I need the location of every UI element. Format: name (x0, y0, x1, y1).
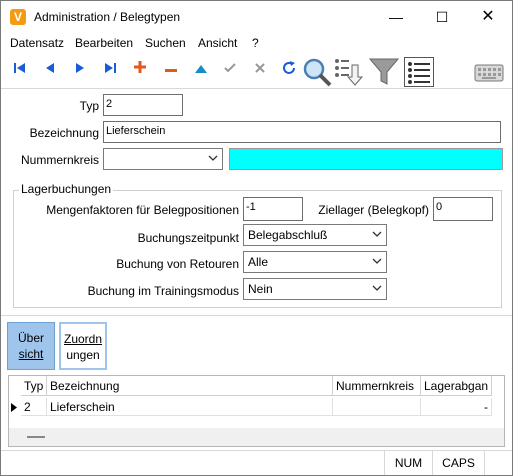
title-bar: V Administration / Belegtypen — ☐ ✕ (1, 1, 512, 33)
search-icon[interactable] (302, 57, 332, 87)
trainingsmodus-select[interactable]: Nein (243, 278, 387, 300)
typ-label: Typ (79, 99, 99, 113)
caps-indicator: CAPS (432, 451, 484, 475)
filter-icon[interactable] (368, 57, 400, 87)
first-record-icon[interactable] (11, 61, 29, 79)
belegtypen-grid: Typ Bezeichnung Nummernkreis Lagerabgan … (8, 375, 505, 447)
last-record-icon[interactable] (101, 61, 119, 79)
grid-header-bezeichnung[interactable]: Bezeichnung (47, 376, 333, 396)
buchungszeitpunkt-value: Belegabschluß (248, 228, 328, 242)
maximize-button[interactable]: ☐ (419, 1, 465, 33)
delete-record-icon[interactable] (162, 61, 180, 79)
keyboard-icon[interactable] (474, 59, 504, 85)
app-icon: V (10, 9, 26, 25)
close-button[interactable]: ✕ (465, 1, 511, 33)
nummernkreis-select[interactable] (103, 148, 223, 170)
retouren-select[interactable]: Alle (243, 251, 387, 273)
row-pointer-icon (11, 403, 17, 414)
grid-cell-typ[interactable]: 2 (21, 398, 47, 416)
app-window: V Administration / Belegtypen — ☐ ✕ Date… (0, 0, 513, 476)
grid-header-lagerabgang[interactable]: Lagerabgan (421, 376, 492, 396)
confirm-icon[interactable] (221, 61, 239, 79)
refresh-icon[interactable] (280, 61, 298, 79)
status-empty-cell (484, 451, 512, 475)
lagerbuchungen-title: Lagerbuchungen (19, 182, 114, 196)
buchungszeitpunkt-select[interactable]: Belegabschluß (243, 224, 387, 246)
retouren-label: Buchung von Retouren (116, 257, 239, 271)
chevron-down-icon (208, 151, 218, 167)
menu-ansicht[interactable]: Ansicht (198, 36, 237, 50)
grid-header-typ[interactable]: Typ (21, 376, 47, 396)
menu-datensatz[interactable]: Datensatz (10, 36, 64, 50)
window-title: Administration / Belegtypen (34, 10, 181, 24)
nummernkreis-label: Nummernkreis (20, 153, 99, 167)
typ-field[interactable]: 2 (103, 94, 183, 116)
menu-suchen[interactable]: Suchen (145, 36, 186, 50)
bezeichnung-field[interactable]: Lieferschein (103, 121, 501, 143)
grid-body: Typ Bezeichnung Nummernkreis Lagerabgan … (9, 376, 504, 428)
add-record-icon[interactable] (131, 61, 149, 79)
horizontal-scrollbar[interactable] (27, 436, 45, 438)
grid-cell-lagerabgang[interactable]: - (421, 398, 492, 416)
tab-uebersicht-line1: Über (17, 331, 44, 345)
chevron-down-icon (372, 254, 382, 270)
buchungszeitpunkt-label: Buchungszeitpunkt (137, 231, 239, 245)
tab-uebersicht-line2: sicht (18, 347, 44, 361)
filter-list-icon[interactable] (334, 57, 364, 87)
mengenfaktoren-field[interactable]: -1 (243, 197, 303, 221)
ziellager-label: Ziellager (Belegkopf) (318, 203, 429, 217)
tab-zuordnungen-line2: ungen (66, 348, 100, 362)
retouren-value: Alle (248, 255, 269, 269)
trainingsmodus-value: Nein (248, 282, 273, 296)
tab-uebersicht[interactable]: Über sicht (7, 322, 55, 370)
status-bar: NUM CAPS (1, 450, 512, 475)
tab-zuordnungen-line1: Zuordn (63, 332, 103, 346)
nummernkreis-color-field (229, 148, 503, 170)
grid-cell-nummernkreis[interactable] (333, 398, 421, 416)
grid-header-nummernkreis[interactable]: Nummernkreis (333, 376, 421, 396)
minimize-button[interactable]: — (373, 1, 419, 33)
bezeichnung-label: Bezeichnung (29, 126, 99, 140)
cancel-icon[interactable] (251, 61, 269, 79)
prev-record-icon[interactable] (41, 61, 59, 79)
chevron-down-icon (372, 227, 382, 243)
list-view-icon[interactable] (404, 57, 434, 87)
menu-bar: Datensatz Bearbeiten Suchen Ansicht ? (1, 33, 512, 53)
up-icon[interactable] (192, 61, 210, 79)
toolbar (1, 53, 512, 89)
chevron-down-icon (372, 281, 382, 297)
tab-button-area: Über sicht Zuordn ungen (1, 315, 512, 373)
mengenfaktoren-label: Mengenfaktoren für Belegpositionen (46, 203, 239, 217)
menu-help[interactable]: ? (252, 36, 259, 50)
num-indicator: NUM (384, 451, 432, 475)
tab-zuordnungen[interactable]: Zuordn ungen (59, 322, 107, 370)
next-record-icon[interactable] (71, 61, 89, 79)
ziellager-field[interactable]: 0 (433, 197, 493, 221)
grid-cell-bezeichnung[interactable]: Lieferschein (47, 398, 333, 416)
trainingsmodus-label: Buchung im Trainingsmodus (87, 284, 239, 298)
menu-bearbeiten[interactable]: Bearbeiten (75, 36, 133, 50)
